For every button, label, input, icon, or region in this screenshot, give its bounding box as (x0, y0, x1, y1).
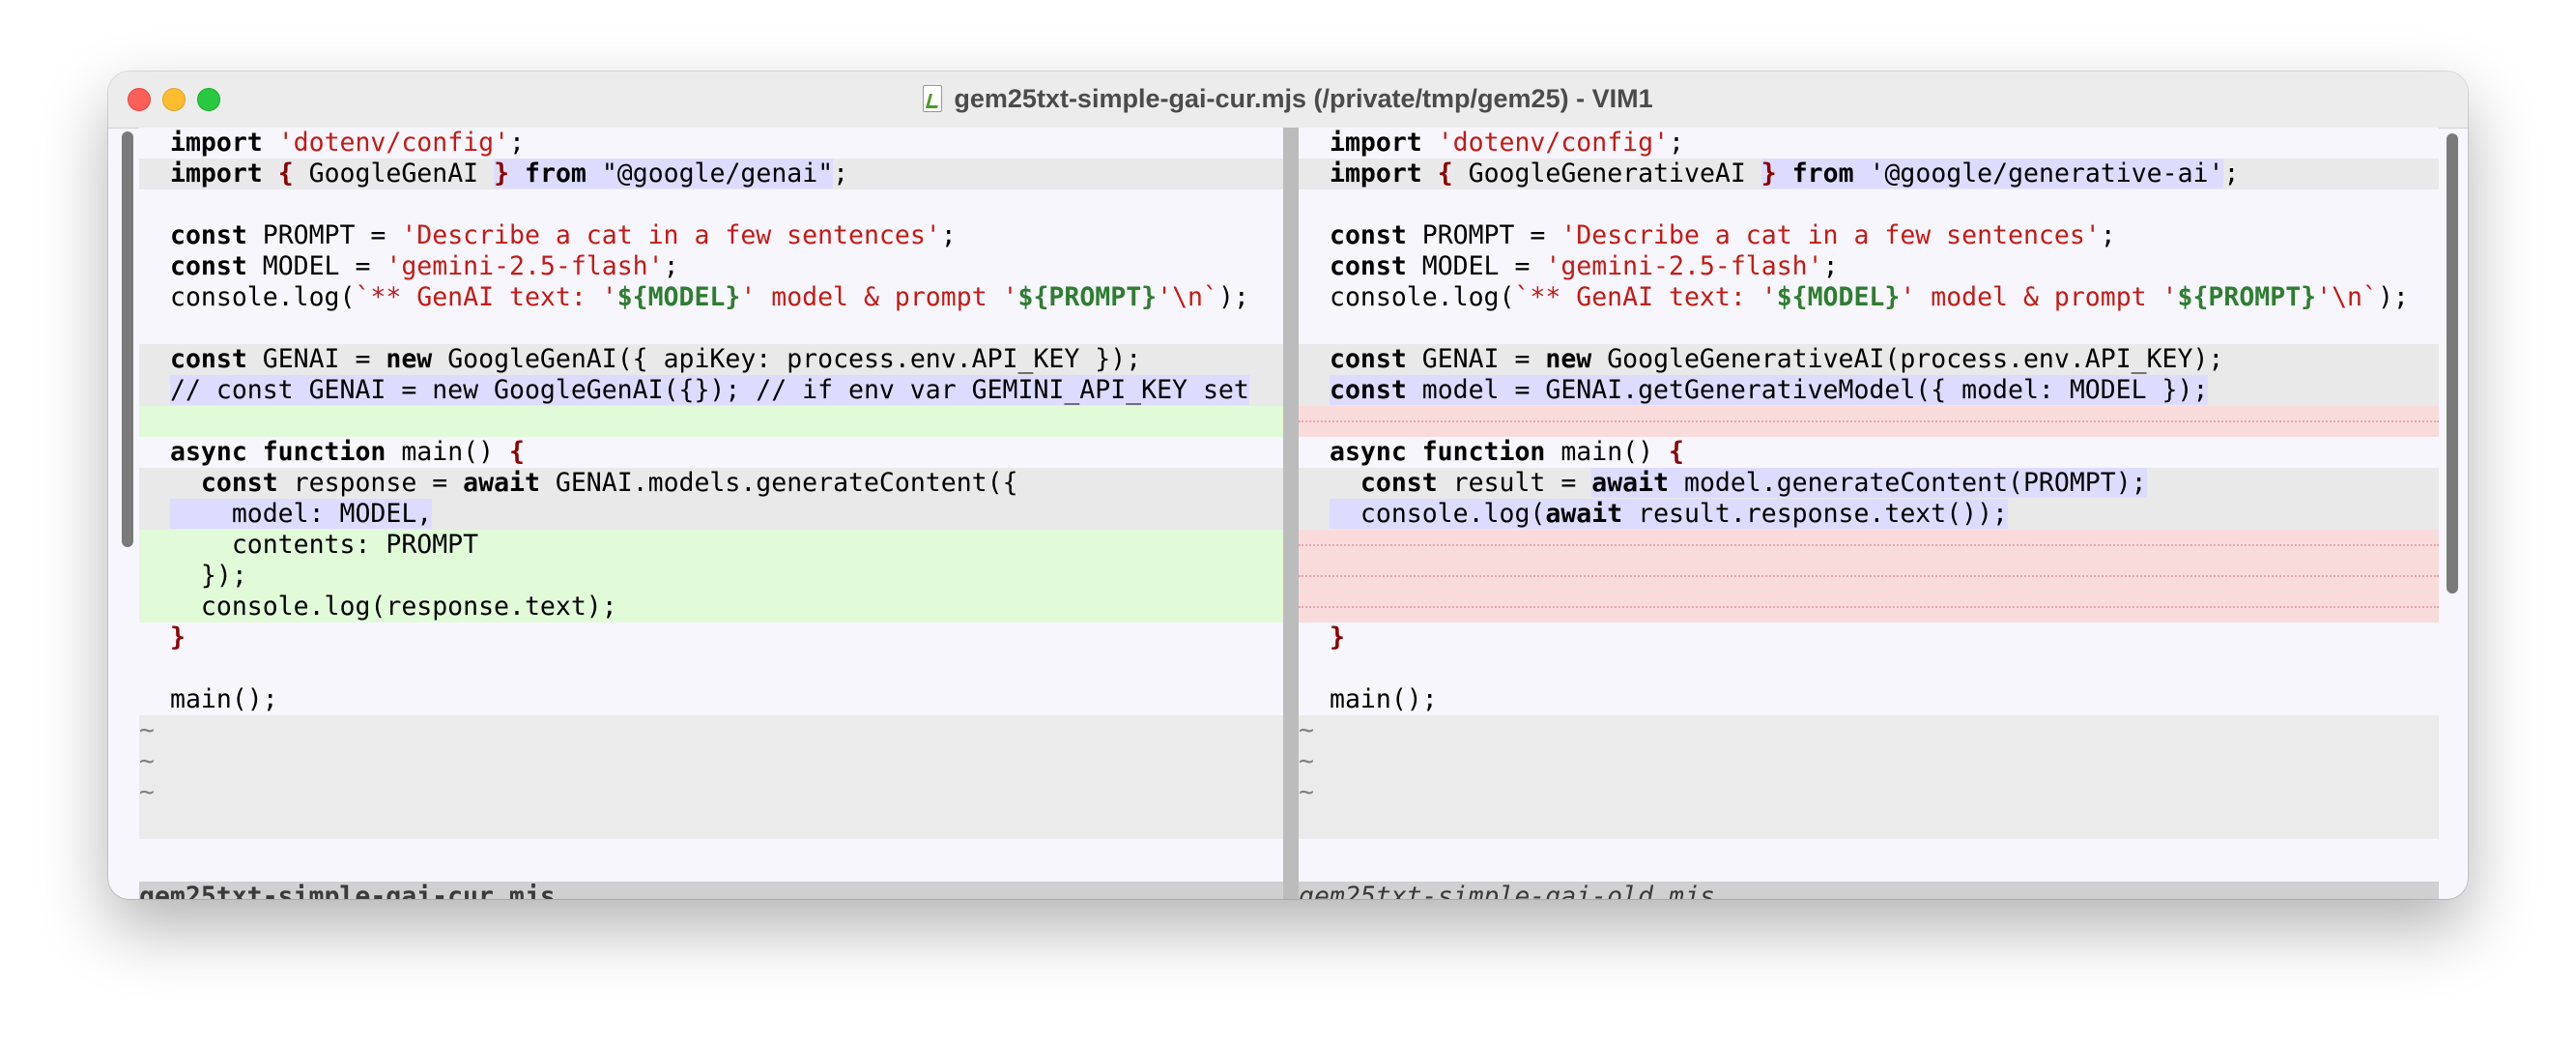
status-line-right: gem25txt-simple-gai-old.mjs (1299, 882, 2439, 899)
code-line-changed[interactable]: model: MODEL, (139, 499, 1283, 530)
code-line[interactable]: } (1299, 622, 2439, 653)
empty-line-marker: ~ (1299, 746, 2439, 777)
code-line[interactable]: main(); (1299, 684, 2439, 715)
document-icon (923, 85, 943, 112)
code-line-changed[interactable]: const GENAI = new GoogleGenerativeAI(pro… (1299, 344, 2439, 375)
vertical-split-separator[interactable] (1283, 128, 1299, 899)
code-line-added[interactable]: console.log(response.text); (139, 592, 1283, 622)
code-line[interactable]: import 'dotenv/config'; (139, 128, 1283, 159)
code-line-added[interactable]: contents: PROMPT (139, 530, 1283, 561)
code-line[interactable]: const MODEL = 'gemini-2.5-flash'; (139, 251, 1283, 282)
left-scrollbar[interactable] (120, 128, 135, 882)
code-line[interactable]: main(); (139, 684, 1283, 715)
code-line-changed[interactable]: const result = await model.generateConte… (1299, 468, 2439, 499)
window-title-text: gem25txt-simple-gai-cur.mjs (/private/tm… (954, 84, 1653, 113)
code-line-changed[interactable]: const model = GENAI.getGenerativeModel({… (1299, 375, 2439, 406)
code-line-added[interactable]: }); (139, 561, 1283, 592)
left-diff-pane[interactable]: import 'dotenv/config'; import { GoogleG… (139, 128, 1283, 899)
right-diff-pane[interactable]: import 'dotenv/config'; import { GoogleG… (1299, 128, 2439, 899)
empty-line-marker: ~ (139, 777, 1283, 808)
empty-line-marker: ~ (139, 746, 1283, 777)
code-line-deleted (1299, 406, 2439, 437)
left-scrollbar-thumb[interactable] (122, 131, 133, 547)
code-line-deleted (1299, 530, 2439, 561)
vim-window: gem25txt-simple-gai-cur.mjs (/private/tm… (108, 72, 2468, 899)
code-line-changed[interactable]: console.log(await result.response.text()… (1299, 499, 2439, 530)
code-line-added[interactable] (139, 406, 1283, 437)
code-line[interactable]: console.log(`** GenAI text: '${MODEL}' m… (139, 282, 1283, 313)
empty-line-marker: ~ (1299, 715, 2439, 746)
code-line-changed[interactable]: import { GoogleGenAI } from "@google/gen… (139, 159, 1283, 189)
code-line-changed[interactable]: import { GoogleGenerativeAI } from '@goo… (1299, 159, 2439, 189)
right-scrollbar-thumb[interactable] (2447, 133, 2458, 593)
window-title: gem25txt-simple-gai-cur.mjs (/private/tm… (108, 84, 2468, 114)
status-line-left: gem25txt-simple-gai-cur.mjs (139, 882, 1283, 899)
code-line[interactable]: import 'dotenv/config'; (1299, 128, 2439, 159)
code-line[interactable]: } (139, 622, 1283, 653)
code-line[interactable]: console.log(`** GenAI text: '${MODEL}' m… (1299, 282, 2439, 313)
code-line-changed[interactable]: // const GENAI = new GoogleGenAI({}); //… (139, 375, 1283, 406)
code-line[interactable]: const MODEL = 'gemini-2.5-flash'; (1299, 251, 2439, 282)
code-line[interactable]: async function main() { (1299, 437, 2439, 468)
code-line-changed[interactable]: const response = await GENAI.models.gene… (139, 468, 1283, 499)
code-line-deleted (1299, 592, 2439, 622)
code-line-deleted (1299, 561, 2439, 592)
empty-line-marker: ~ (139, 715, 1283, 746)
code-line[interactable]: const PROMPT = 'Describe a cat in a few … (1299, 220, 2439, 251)
title-bar: gem25txt-simple-gai-cur.mjs (/private/tm… (108, 72, 2468, 129)
empty-line-marker (139, 808, 1283, 839)
empty-line-marker (1299, 808, 2439, 839)
code-line-changed[interactable]: const GENAI = new GoogleGenAI({ apiKey: … (139, 344, 1283, 375)
code-line[interactable]: const PROMPT = 'Describe a cat in a few … (139, 220, 1283, 251)
empty-line-marker: ~ (1299, 777, 2439, 808)
right-scrollbar[interactable] (2445, 128, 2460, 882)
code-line[interactable]: async function main() { (139, 437, 1283, 468)
